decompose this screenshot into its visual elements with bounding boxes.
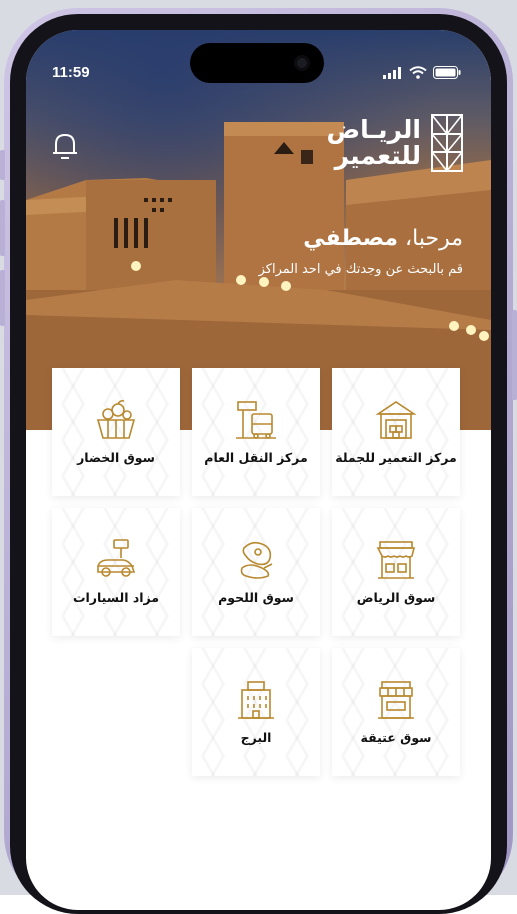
logo-text: الريـاض للتعمير bbox=[327, 117, 421, 169]
riyadh-development-logo: الريـاض للتعمير bbox=[327, 114, 463, 172]
wifi-icon bbox=[409, 66, 427, 79]
status-icons bbox=[383, 66, 461, 79]
tile-label: سوق الخضار bbox=[77, 450, 155, 465]
vegetable-basket-icon bbox=[96, 400, 136, 439]
tile-label: سوق عتيقة bbox=[360, 730, 432, 745]
market-stall-icon bbox=[376, 541, 416, 579]
tower-icon bbox=[238, 681, 274, 719]
user-name: مصطفي bbox=[303, 226, 399, 251]
car-auction-icon bbox=[97, 539, 136, 577]
dynamic-island bbox=[190, 43, 324, 83]
tile-label: مركز التعمير للجملة bbox=[335, 450, 457, 465]
status-time: 11:59 bbox=[52, 64, 90, 81]
phone-side-button bbox=[512, 310, 517, 400]
tile-ateeqa-market[interactable]: سوق عتيقة bbox=[332, 648, 460, 776]
phone-side-button bbox=[0, 270, 5, 326]
phone-background: 11:59 الريـاض للتعمير مرحبا، مصطفي قم با… bbox=[0, 0, 517, 914]
tile-vegetable-market[interactable]: سوق الخضار bbox=[52, 368, 180, 496]
bus-stop-icon bbox=[236, 401, 276, 439]
greeting-prefix: مرحبا، bbox=[398, 226, 463, 251]
logo-line-2: للتعمير bbox=[334, 141, 421, 170]
tile-label: مزاد السيارات bbox=[72, 590, 160, 605]
camera-icon bbox=[294, 55, 310, 71]
battery-icon bbox=[433, 66, 461, 79]
app-screen: 11:59 الريـاض للتعمير مرحبا، مصطفي قم با… bbox=[26, 30, 491, 910]
tile-label: مركز النقل العام bbox=[204, 450, 308, 465]
welcome-subtitle: قم بالبحث عن وجدتك في احد المراكز bbox=[258, 262, 463, 277]
bell-icon bbox=[53, 133, 77, 159]
signal-icon bbox=[383, 66, 401, 79]
tile-riyadh-market[interactable]: سوق الرياض bbox=[332, 508, 460, 636]
phone-side-button bbox=[0, 150, 5, 180]
logo-mark-icon bbox=[431, 114, 463, 172]
welcome-heading: مرحبا، مصطفي bbox=[303, 226, 463, 251]
warehouse-icon bbox=[375, 401, 417, 439]
shop-icon bbox=[378, 681, 414, 719]
tile-meat-market[interactable]: سوق اللحوم bbox=[192, 508, 320, 636]
tile-car-auction[interactable]: مزاد السيارات bbox=[52, 508, 180, 636]
meat-icon bbox=[240, 541, 273, 579]
tile-label: سوق اللحوم bbox=[218, 590, 294, 605]
tile-label: سوق الرياض bbox=[356, 590, 436, 605]
notification-bell-button[interactable] bbox=[50, 130, 80, 166]
tile-wholesale-center[interactable]: مركز التعمير للجملة bbox=[332, 368, 460, 496]
tile-public-transport-center[interactable]: مركز النقل العام bbox=[192, 368, 320, 496]
tile-tower[interactable]: البرج bbox=[192, 648, 320, 776]
phone-side-button bbox=[0, 200, 5, 256]
tile-label: البرج bbox=[240, 730, 272, 745]
logo-line-1: الريـاض bbox=[326, 115, 421, 144]
